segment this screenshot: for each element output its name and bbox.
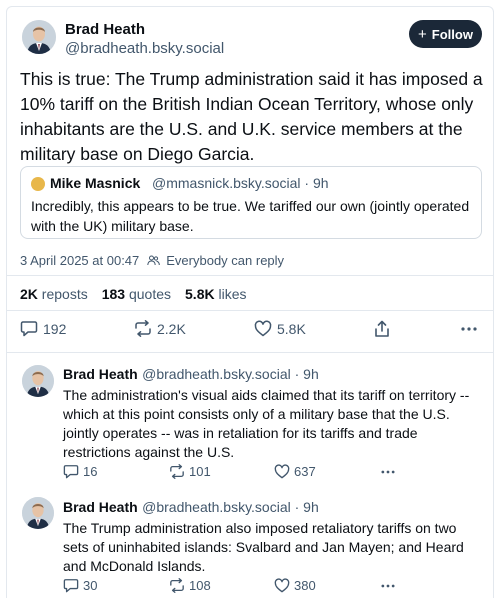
reply-header: Brad Heath @bradheath.bsky.social · 9h <box>63 366 319 384</box>
avatar-image <box>22 497 54 529</box>
likes-count: 5.8K <box>185 286 215 302</box>
like-button[interactable]: 380 <box>274 578 316 593</box>
reply-icon <box>63 579 79 593</box>
reply-text: The administration's visual aids claimed… <box>63 387 470 460</box>
divider <box>6 352 494 353</box>
reposts-count: 2K <box>20 286 38 302</box>
follow-button[interactable]: + Follow <box>409 20 482 48</box>
quote-card[interactable]: Mike Masnick @mmasnick.bsky.social · 9h … <box>20 166 482 239</box>
post-text: This is true: The Trump administration s… <box>20 69 483 164</box>
reply-count: 16 <box>83 464 98 479</box>
reply-setting[interactable]: Everybody can reply <box>166 253 284 268</box>
like-button[interactable]: 5.8K <box>254 320 306 337</box>
avatar[interactable] <box>22 20 56 54</box>
like-count: 380 <box>294 578 316 593</box>
more-icon <box>461 327 477 331</box>
post-stats: 2K reposts 183 quotes 5.8K likes <box>20 286 247 302</box>
more-icon <box>381 470 395 474</box>
likes-stat[interactable]: 5.8K likes <box>185 286 246 302</box>
repost-icon <box>135 320 151 337</box>
repost-count: 101 <box>189 464 211 479</box>
repost-button[interactable]: 101 <box>169 464 211 479</box>
divider <box>6 275 494 276</box>
quote-author-name: Mike Masnick <box>50 175 141 191</box>
like-count: 5.8K <box>277 320 306 337</box>
repost-count: 108 <box>189 578 211 593</box>
like-count: 637 <box>294 464 316 479</box>
more-options-button[interactable] <box>460 322 478 336</box>
post-meta: 3 April 2025 at 00:47 Everybody can repl… <box>20 253 284 268</box>
like-icon <box>274 578 290 593</box>
plus-icon: + <box>418 25 427 43</box>
follow-button-label: Follow <box>431 26 473 42</box>
reply-icon <box>20 321 38 337</box>
more-options-button[interactable] <box>380 580 396 592</box>
quote-text: Incredibly, this appears to be true. We … <box>31 198 470 234</box>
share-button[interactable] <box>374 320 390 338</box>
repost-button[interactable]: 108 <box>169 578 211 593</box>
quote-avatar <box>31 177 45 191</box>
author-name[interactable]: Brad Heath <box>65 21 145 38</box>
repost-icon <box>170 578 184 593</box>
reply-author-handle[interactable]: @bradheath.bsky.social · 9h <box>142 499 319 515</box>
likes-label: likes <box>218 286 247 302</box>
like-icon <box>254 320 272 337</box>
more-options-button[interactable] <box>380 466 396 478</box>
reply-header: Brad Heath @bradheath.bsky.social · 9h <box>63 499 319 517</box>
like-icon <box>274 464 290 479</box>
reply-author-handle[interactable]: @bradheath.bsky.social · 9h <box>142 366 319 382</box>
quotes-label: quotes <box>128 286 172 302</box>
reposts-label: reposts <box>41 286 88 302</box>
reply-button[interactable]: 30 <box>63 578 97 593</box>
avatar-image <box>22 20 56 54</box>
share-icon <box>375 320 389 337</box>
repost-count: 2.2K <box>157 320 186 337</box>
repost-button[interactable]: 2.2K <box>134 320 186 337</box>
post-timestamp[interactable]: 3 April 2025 at 00:47 <box>20 253 139 268</box>
quote-author-handle: @mmasnick.bsky.social · 9h <box>152 175 329 191</box>
post-actions: 192 2.2K 5.8K <box>20 320 482 340</box>
reply-text: The Trump administration also imposed re… <box>63 520 464 574</box>
repost-icon <box>170 464 184 479</box>
avatar[interactable] <box>22 365 54 397</box>
divider <box>6 310 494 311</box>
reply-author-name[interactable]: Brad Heath <box>63 366 138 382</box>
author-handle[interactable]: @bradheath.bsky.social <box>65 40 224 57</box>
reply-author-name[interactable]: Brad Heath <box>63 499 138 515</box>
reply-count: 192 <box>43 320 67 337</box>
reply-count: 30 <box>83 578 98 593</box>
avatar[interactable] <box>22 497 54 529</box>
reply-button[interactable]: 16 <box>63 464 97 479</box>
like-button[interactable]: 637 <box>274 464 316 479</box>
more-icon <box>381 584 395 588</box>
reply-icon <box>63 465 79 479</box>
reply-button[interactable]: 192 <box>20 320 66 337</box>
quotes-count: 183 <box>101 286 126 302</box>
reposts-stat[interactable]: 2K reposts <box>20 286 88 302</box>
quotes-stat[interactable]: 183 quotes <box>102 286 171 302</box>
avatar-image <box>22 365 54 397</box>
people-icon <box>147 255 161 266</box>
